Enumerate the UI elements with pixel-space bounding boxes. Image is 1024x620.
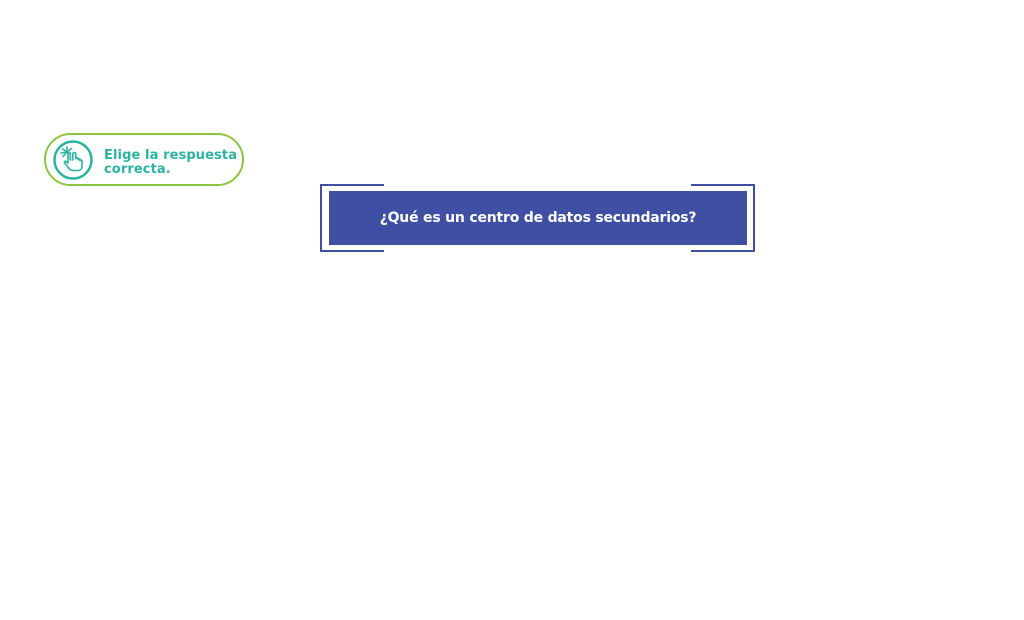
frame-right-border bbox=[753, 184, 755, 252]
instruction-pill: Elige la respuesta correcta. bbox=[44, 133, 244, 186]
question-text: ¿Qué es un centro de datos secundarios? bbox=[379, 210, 697, 226]
frame-corner-top-right bbox=[691, 184, 755, 186]
frame-corner-bottom-left bbox=[320, 250, 384, 252]
frame-corner-top-left bbox=[320, 184, 384, 186]
frame-left-border bbox=[320, 184, 322, 252]
tap-hand-icon bbox=[53, 140, 93, 180]
frame-corner-bottom-right bbox=[691, 250, 755, 252]
question-frame: ¿Qué es un centro de datos secundarios? bbox=[320, 184, 755, 252]
instruction-text: Elige la respuesta correcta. bbox=[104, 148, 238, 177]
question-box: ¿Qué es un centro de datos secundarios? bbox=[329, 191, 747, 245]
